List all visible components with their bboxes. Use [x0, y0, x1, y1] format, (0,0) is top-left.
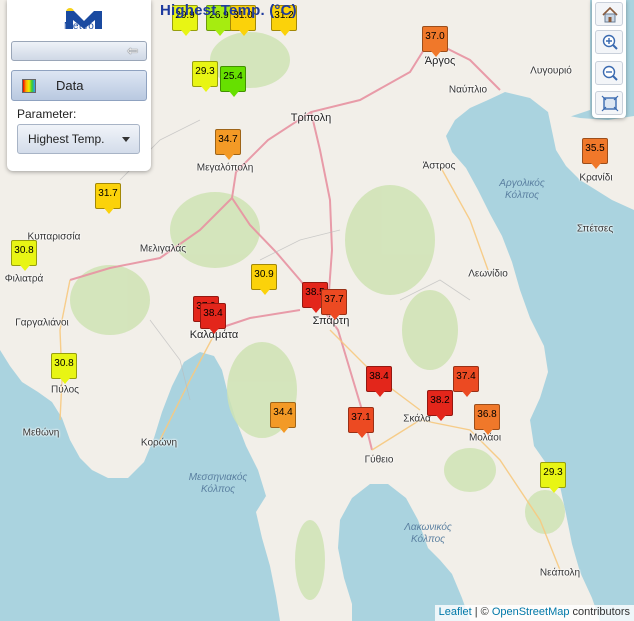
- zoom-out-icon: [602, 65, 618, 81]
- station-marker[interactable]: 34.7: [215, 129, 241, 160]
- home-button[interactable]: [595, 2, 623, 26]
- station-marker[interactable]: 38.4: [200, 303, 226, 334]
- map-toolbar: [592, 0, 626, 118]
- leaflet-link[interactable]: Leaflet: [439, 606, 472, 618]
- place-label: Φιλιατρά: [4, 273, 44, 285]
- parameter-select[interactable]: Highest Temp.: [17, 124, 140, 154]
- zoom-in-button[interactable]: [595, 30, 623, 54]
- place-label: Γαργαλιάνοι: [15, 317, 69, 329]
- place-label: Ναύπλιο: [448, 84, 488, 96]
- data-tab-label: Data: [56, 78, 84, 93]
- data-tab[interactable]: Data: [11, 70, 147, 101]
- station-marker[interactable]: 37.7: [321, 289, 347, 320]
- zoom-extent-button[interactable]: [595, 91, 623, 115]
- place-label: Λεωνίδιο: [468, 268, 508, 280]
- sea-label: Μεσσηνιακός Κόλπος: [188, 472, 248, 495]
- place-label: Νεάπολη: [539, 567, 581, 579]
- station-marker[interactable]: 29.3: [540, 462, 566, 493]
- station-marker[interactable]: 37.1: [348, 407, 374, 438]
- home-icon: [602, 6, 618, 23]
- place-label: Σπέτσες: [576, 223, 614, 235]
- zoom-in-icon: [602, 34, 618, 50]
- place-label: Λυγουριό: [530, 65, 572, 77]
- osm-link[interactable]: OpenStreetMap: [492, 606, 570, 618]
- place-label: Μεγαλόπολη: [196, 162, 254, 174]
- map-title: Highest Temp. (°C): [160, 2, 297, 19]
- logo-text: Meteo: [64, 21, 95, 32]
- place-label: Κρανίδι: [579, 172, 613, 184]
- station-marker[interactable]: 30.8: [51, 353, 77, 384]
- panel-collapse-button[interactable]: ⇦: [11, 41, 147, 61]
- station-marker[interactable]: 36.8: [474, 404, 500, 435]
- zoom-out-button[interactable]: [595, 61, 623, 85]
- place-label: Πύλος: [51, 384, 79, 396]
- parameter-select-value: Highest Temp.: [28, 132, 105, 146]
- map-attribution: Leaflet | © OpenStreetMap contributors: [434, 605, 634, 621]
- station-marker[interactable]: 37.0: [422, 26, 448, 57]
- place-label: Άστρος: [422, 160, 456, 172]
- attribution-contributors: contributors: [569, 606, 630, 618]
- station-marker[interactable]: 38.4: [366, 366, 392, 397]
- place-label: Μεθώνη: [22, 427, 60, 439]
- place-label: Γύθειο: [364, 454, 394, 466]
- station-marker[interactable]: 31.7: [95, 183, 121, 214]
- station-marker[interactable]: 30.8: [11, 240, 37, 271]
- arrow-left-icon: ⇦: [127, 43, 138, 58]
- place-label: Τρίπολη: [290, 112, 332, 124]
- station-marker[interactable]: 37.4: [453, 366, 479, 397]
- station-marker[interactable]: 30.9: [251, 264, 277, 295]
- station-marker[interactable]: 34.4: [270, 402, 296, 433]
- sea-label: Αργολικός Κόλπος: [499, 178, 545, 201]
- station-marker[interactable]: 25.4: [220, 66, 246, 97]
- place-label: Μελιγαλάς: [139, 243, 187, 255]
- fullscreen-icon: [601, 95, 619, 112]
- parameter-label: Parameter:: [17, 107, 77, 121]
- control-panel: Meteo ⇦ Data Parameter: Highest Temp.: [7, 0, 151, 171]
- station-marker[interactable]: 38.2: [427, 390, 453, 421]
- palette-icon: [22, 79, 36, 93]
- sea-label: Λακωνικός Κόλπος: [404, 522, 452, 545]
- attribution-separator: | ©: [471, 606, 492, 618]
- chevron-down-icon: [122, 137, 130, 142]
- station-marker[interactable]: 35.5: [582, 138, 608, 169]
- place-label: Κορώνη: [140, 437, 178, 449]
- station-marker[interactable]: 29.3: [192, 61, 218, 92]
